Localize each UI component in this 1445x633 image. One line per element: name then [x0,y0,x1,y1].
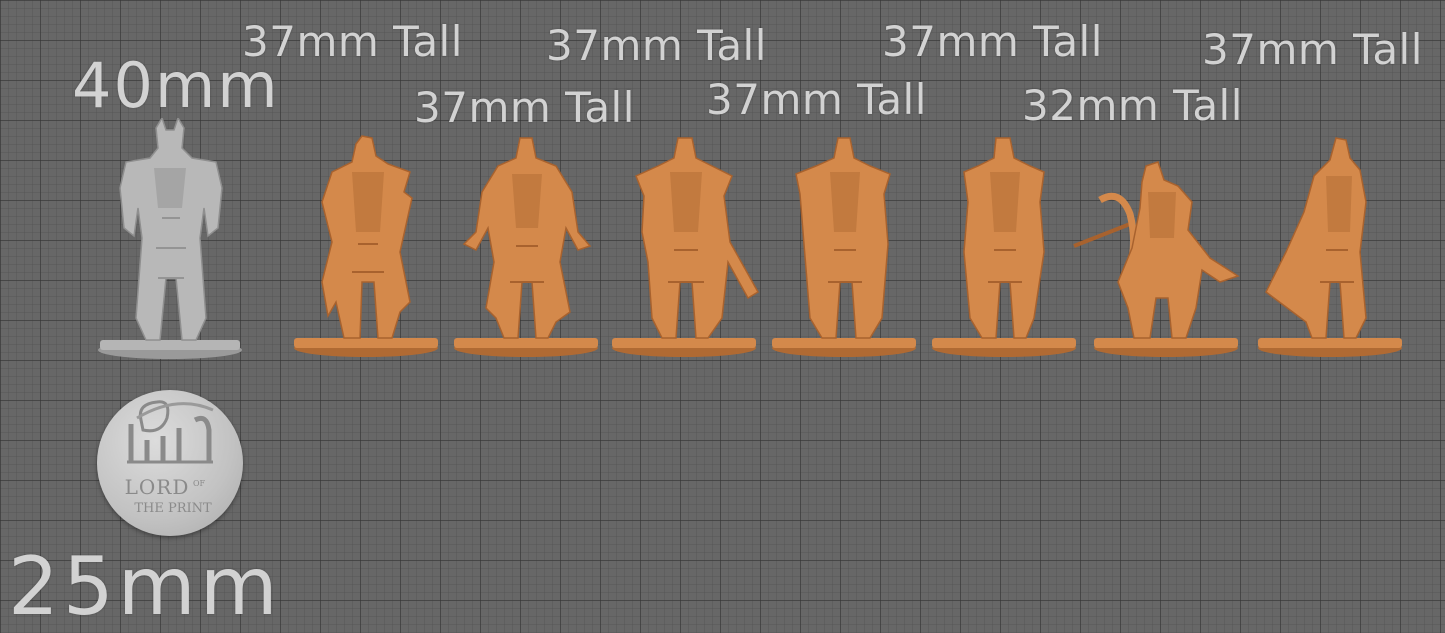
height-label-5: 37mm Tall [882,17,1103,66]
figure-3 [612,137,760,357]
logo-text-the-print: THE PRINT [134,501,212,516]
height-label-1: 37mm Tall [242,17,463,66]
figure-6 [1073,161,1240,357]
base-size-label: 25mm [8,540,282,633]
lord-of-the-print-logo: LORD OF THE PRINT [97,390,243,536]
logo-text-lord: LORD [125,475,190,499]
logo-text-of: OF [193,479,206,488]
height-label-3: 37mm Tall [546,21,767,70]
figure-2 [454,137,598,357]
height-label-7: 37mm Tall [1202,25,1423,74]
reference-figure [98,118,242,359]
height-label-4: 37mm Tall [706,75,927,124]
height-label-2: 37mm Tall [414,83,635,132]
figure-1 [294,135,438,357]
figure-7 [1258,137,1402,357]
figure-5 [932,137,1076,357]
height-label-6: 32mm Tall [1022,81,1243,130]
figure-4 [772,137,916,357]
